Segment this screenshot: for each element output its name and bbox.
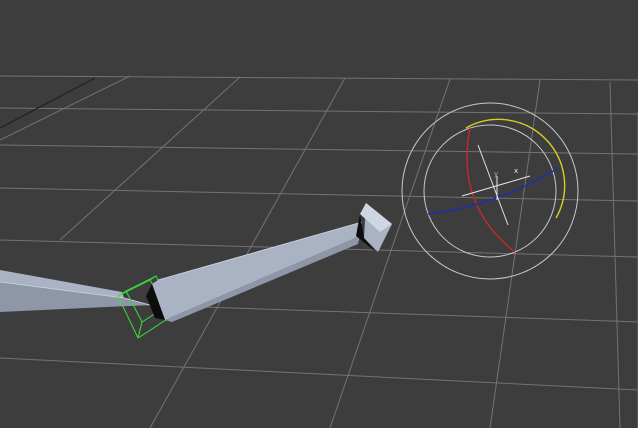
3d-viewport[interactable]: y x — [0, 0, 638, 428]
viewport-background — [0, 0, 638, 428]
gizmo-y-axis-label: y — [494, 170, 498, 178]
gizmo-x-axis-label: x — [514, 167, 518, 175]
